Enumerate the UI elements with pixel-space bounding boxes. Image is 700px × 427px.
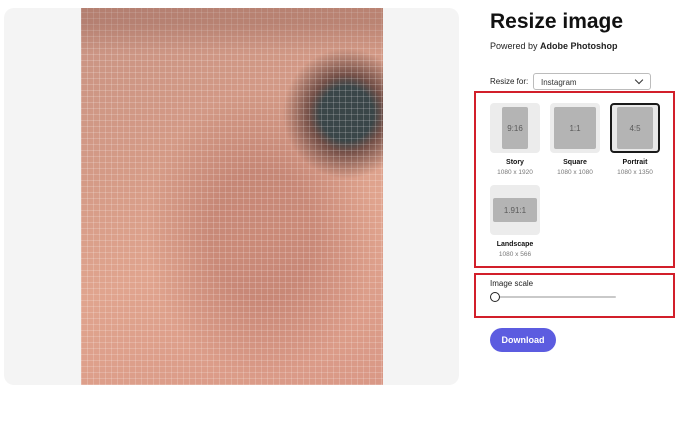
- preset-name: Landscape: [496, 241, 534, 248]
- image-preview-panel: [4, 8, 459, 385]
- download-button[interactable]: Download: [490, 328, 556, 352]
- preset-portrait[interactable]: 4:5 Portrait 1080 x 1350: [608, 103, 662, 176]
- resize-for-select[interactable]: Instagram: [533, 73, 651, 90]
- powered-by: Powered by Adobe Photoshop: [490, 41, 618, 51]
- preset-name: Square: [563, 159, 587, 166]
- image-scale-track[interactable]: [495, 296, 616, 298]
- powered-prefix: Powered by: [490, 41, 541, 51]
- chevron-down-icon: [634, 75, 644, 85]
- preview-image: [81, 8, 383, 385]
- preset-story[interactable]: 9:16 Story 1080 x 1920: [488, 103, 542, 176]
- preset-ratio-box: 1:1: [554, 107, 596, 149]
- preset-name: Portrait: [622, 159, 648, 166]
- preset-thumb: 4:5: [610, 103, 660, 153]
- preset-thumb: 1.91:1: [490, 185, 540, 235]
- preset-ratio-box: 1.91:1: [493, 198, 537, 222]
- page-title: Resize image: [490, 10, 624, 33]
- preset-landscape[interactable]: 1.91:1 Landscape 1080 x 566: [488, 185, 542, 258]
- resize-for-value: Instagram: [541, 78, 577, 87]
- preset-ratio-box: 9:16: [502, 107, 528, 149]
- image-scale-thumb[interactable]: [490, 292, 500, 302]
- preset-dims: 1080 x 1350: [617, 169, 653, 176]
- preset-square[interactable]: 1:1 Square 1080 x 1080: [548, 103, 602, 176]
- resize-for-label: Resize for:: [490, 77, 529, 86]
- preset-thumb: 1:1: [550, 103, 600, 153]
- preset-dims: 1080 x 1080: [557, 169, 593, 176]
- image-scale-label: Image scale: [490, 279, 534, 288]
- preset-dims: 1080 x 566: [498, 251, 532, 258]
- preset-ratio-box: 4:5: [617, 107, 653, 149]
- preset-dims: 1080 x 1920: [497, 169, 533, 176]
- preset-name: Story: [506, 159, 524, 166]
- powered-brand: Adobe Photoshop: [540, 41, 618, 51]
- preset-thumb: 9:16: [490, 103, 540, 153]
